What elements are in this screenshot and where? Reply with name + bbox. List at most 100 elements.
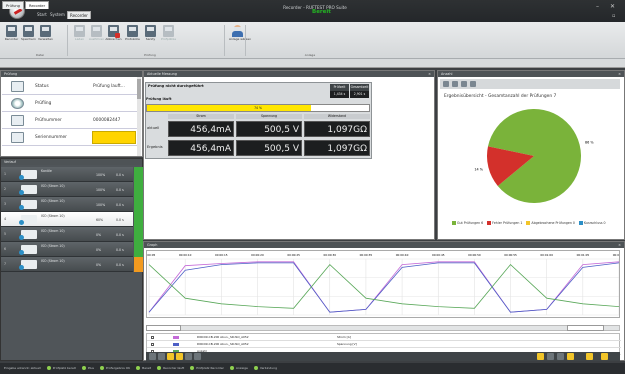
ribbon-button[interactable]: Verwalten	[37, 25, 54, 41]
status-dot-icon	[136, 366, 141, 370]
print-icon[interactable]	[461, 81, 467, 87]
test-time-value: 1,434 s	[330, 91, 349, 98]
export-icon[interactable]	[452, 81, 458, 87]
total-time-value: 2,901 s	[350, 91, 369, 98]
ribbon-button[interactable]: Sanity	[142, 25, 159, 41]
save-icon	[23, 25, 34, 37]
cancel-icon	[108, 25, 120, 38]
doc-tab-recorder[interactable]: Recorder	[25, 1, 50, 9]
chart-type-icon[interactable]	[443, 81, 449, 87]
last-icon[interactable]	[194, 353, 201, 360]
close-icon[interactable]: ×	[618, 71, 621, 77]
ribbon-button[interactable]: Abbrechen	[105, 25, 122, 41]
zoom-in-icon[interactable]	[537, 353, 544, 360]
legend-label: Abgebrochene Prüfungen 0	[531, 221, 575, 225]
status-dot-icon	[99, 366, 104, 370]
ribbon-button-label: Ausführen	[88, 37, 105, 41]
channel-number: 4	[4, 217, 7, 221]
ribbon-button[interactable]: Prüfplätze	[160, 25, 177, 41]
status-text: Prüfplatz bereit	[52, 366, 76, 370]
panel-header: Prüfung	[1, 71, 142, 77]
graph-scrollbar[interactable]	[146, 325, 620, 331]
measurement-title: Prüfung nicht durchgeführt	[148, 84, 204, 88]
device-icon	[19, 170, 37, 180]
ribbon-button[interactable]: Protokolle	[124, 25, 141, 41]
serial-number-label: Seriennummer	[35, 135, 67, 140]
close-icon[interactable]: ✕	[610, 3, 615, 10]
settings-icon[interactable]	[470, 81, 476, 87]
ribbon-button[interactable]: Laden	[71, 25, 88, 41]
series-color-swatch	[173, 336, 179, 339]
ribbon-button[interactable]: Anlage wählen	[229, 25, 251, 41]
channel-row[interactable]: 3 ISO (Strom 10) 100% 0.0 s	[1, 197, 133, 212]
sanity-icon	[145, 25, 156, 37]
channel-row[interactable]: 1 Kanäle 100% 0.0 s	[1, 167, 133, 182]
serial-number-field[interactable]	[92, 131, 136, 144]
live-status: Bereit	[312, 9, 331, 15]
first-icon[interactable]	[149, 353, 156, 360]
ribbon-button[interactable]: Speichern	[20, 25, 37, 41]
fit-icon[interactable]	[557, 353, 564, 360]
resistance-value: 1,097GΩ	[304, 121, 370, 137]
tab-start[interactable]: Start	[35, 11, 49, 19]
row-checkbox[interactable]	[151, 343, 154, 346]
previous-icon[interactable]	[158, 353, 165, 360]
status-text: Verbindung	[259, 366, 278, 370]
channel-name: ISO (Strom 10)	[41, 244, 65, 248]
ribbon-button[interactable]: Recorder	[3, 25, 20, 41]
doc-tab-test[interactable]: Prüfung	[2, 1, 24, 9]
status-text: Eingabe erkannt: aktuell	[4, 366, 41, 370]
folder-icon[interactable]	[167, 353, 174, 360]
layout-icon[interactable]	[567, 353, 574, 360]
status-bar: Eingabe erkannt: aktuell Prüfplatz bereit…	[0, 363, 625, 374]
scrollbar-thumb[interactable]	[137, 79, 141, 99]
ribbon-button[interactable]: Ausführen	[88, 25, 105, 41]
status-item: Eingabe erkannt: aktuell	[4, 366, 41, 370]
status-text: Recorder läuft	[163, 366, 185, 370]
x-tick-label: 00:00:45	[432, 253, 445, 257]
x-tick-label: 00:00:15	[215, 253, 228, 257]
table-icon[interactable]	[586, 353, 593, 360]
restore-icon[interactable]: ▫	[612, 13, 615, 19]
test-info-scrollbar[interactable]	[137, 77, 141, 156]
tab-system[interactable]: System	[48, 11, 67, 19]
column-header-current: Strom	[168, 114, 234, 119]
legend-item: Kurzschluss 0	[578, 221, 606, 225]
channel-row[interactable]: 4 ISO (Strom 10) 60% 0.0 s	[1, 212, 133, 227]
grid-icon[interactable]	[601, 353, 608, 360]
x-tick-label: 00:00:30	[323, 253, 336, 257]
tab-recorder[interactable]: Recorder	[67, 11, 91, 19]
channel-name: ISO (Strom 10)	[41, 259, 65, 263]
ribbon-button-label: Laden	[74, 37, 85, 41]
zoom-out-icon[interactable]	[547, 353, 554, 360]
channel-row[interactable]: 2 ISO (Strom 10) 100% 0.0 s	[1, 182, 133, 197]
device-icon	[19, 230, 37, 240]
channel-number: 1	[4, 172, 7, 176]
graph-range-start[interactable]	[146, 325, 181, 331]
user-icon	[232, 25, 243, 37]
folder-open-icon[interactable]	[176, 353, 183, 360]
graph-table-row[interactable]: DIRC09-CB-200 Abun._SR.ISO_A052 Spannung …	[147, 341, 621, 348]
ribbon-separator	[224, 25, 225, 56]
row-checkbox[interactable]	[151, 336, 154, 339]
x-tick-label: 00:00:20	[251, 253, 264, 257]
group-label-test: Prüfung	[144, 53, 156, 57]
graph-table-row[interactable]: DIRC09-CB-200 Abun._SR.ISO_A052 Strom [A]	[147, 334, 621, 341]
channel-row[interactable]: 6 ISO (Strom 10) 0% 0.0 s	[1, 242, 133, 257]
minimize-icon[interactable]: –	[596, 3, 599, 10]
close-icon[interactable]: ×	[618, 242, 621, 248]
graph-range-end[interactable]	[567, 325, 604, 331]
pie-chart-title: Ergebnisübersicht - Gesamtanzahl der Prü…	[444, 94, 557, 99]
device-icon	[11, 98, 24, 109]
run-icon	[91, 25, 102, 37]
channel-row[interactable]: 5 ISO (Strom 10) 0% 0.0 s	[1, 227, 133, 242]
close-icon[interactable]: ×	[428, 71, 431, 77]
next-icon[interactable]	[185, 353, 192, 360]
status-label: Status	[35, 84, 49, 89]
panel-header: Verlauf	[1, 159, 142, 165]
barcode-icon	[11, 132, 24, 143]
channel-number: 2	[4, 187, 7, 191]
channel-row[interactable]: 7 ISO (Strom 10) 0% 0.0 s	[1, 257, 133, 272]
test-info-panel: Prüfung Status Prüfung lauft... Prüfling…	[0, 70, 143, 157]
x-tick-label: 00:00:40	[396, 253, 409, 257]
